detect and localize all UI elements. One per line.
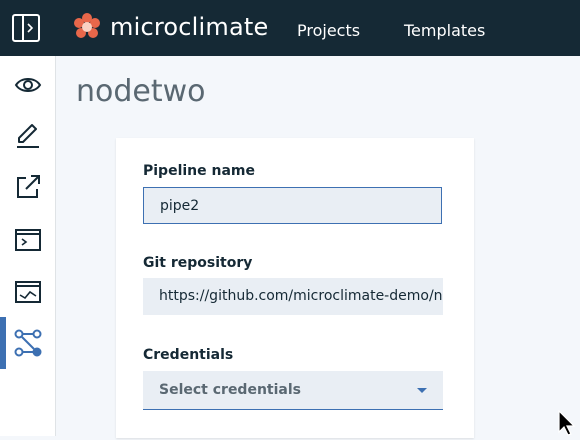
git-repository-input[interactable]: https://github.com/microclimate-demo/no [143, 278, 443, 315]
sidebar-item-terminal[interactable] [0, 214, 55, 266]
nav-templates[interactable]: Templates [404, 20, 485, 42]
sidebar-item-overview[interactable] [0, 59, 55, 111]
sidebar-item-monitor[interactable] [0, 266, 55, 318]
edit-icon [16, 124, 39, 148]
page-title: nodetwo [76, 74, 206, 109]
sidebar-toggle-icon[interactable] [12, 14, 40, 42]
sidebar-item-launch[interactable] [0, 161, 55, 213]
caret-down-icon [417, 388, 427, 393]
launch-icon [16, 175, 40, 198]
sidebar-item-edit[interactable] [0, 109, 55, 161]
brand-name: microclimate [110, 13, 269, 41]
pipeline-name-input[interactable]: pipe2 [143, 187, 442, 224]
credentials-label: Credentials [143, 347, 234, 363]
sidebar [0, 56, 56, 436]
microclimate-logo-icon [72, 12, 102, 42]
terminal-icon [14, 229, 41, 251]
credentials-select[interactable]: Select credentials [143, 371, 443, 410]
pipeline-name-label: Pipeline name [143, 163, 256, 179]
git-repository-label: Git repository [143, 255, 253, 271]
eye-icon [14, 78, 41, 92]
nav-projects[interactable]: Projects [297, 20, 360, 42]
mouse-pointer-icon [558, 409, 580, 436]
credentials-select-value: Select credentials [159, 382, 301, 398]
pipeline-form-card: Pipeline name pipe2 Git repository https… [116, 138, 474, 438]
sidebar-item-pipeline[interactable] [0, 317, 55, 369]
top-bar: microclimate Projects Templates [0, 0, 580, 56]
monitor-icon [14, 281, 41, 303]
pipeline-icon [14, 329, 41, 357]
